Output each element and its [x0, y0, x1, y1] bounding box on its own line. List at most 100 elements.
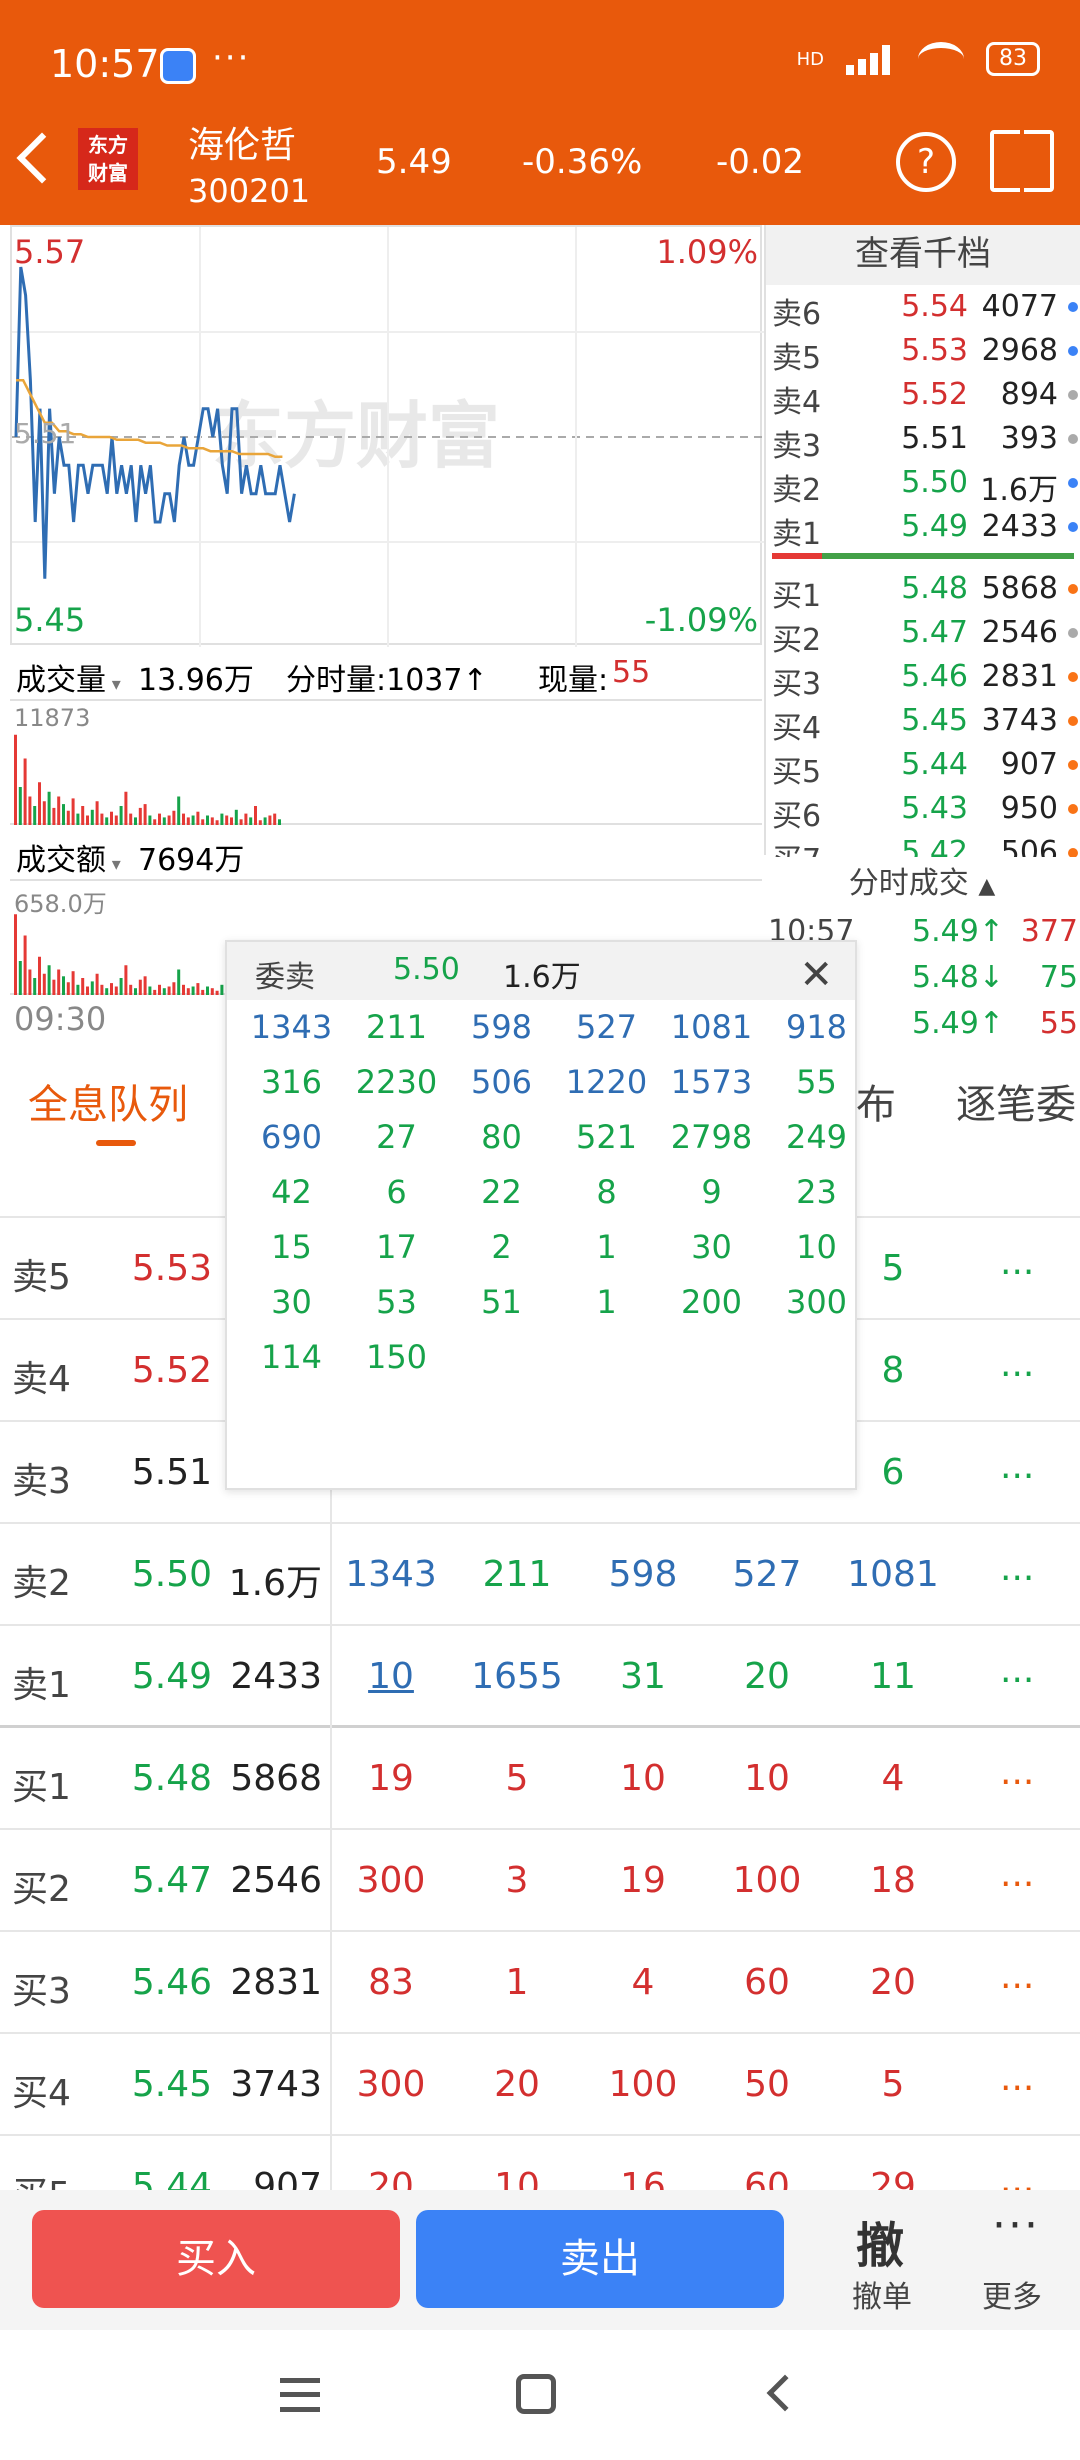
popup-price: 5.50	[393, 952, 460, 987]
queue-order[interactable]: 50	[712, 2064, 822, 2105]
queue-more-icon[interactable]: ...	[1000, 1242, 1034, 1283]
cancel-order-label[interactable]: 撤单	[852, 2272, 912, 2316]
volume-bar	[95, 973, 99, 995]
view-depth-button[interactable]: 查看千档	[766, 225, 1080, 285]
volume-bar	[28, 969, 32, 995]
trades-header[interactable]: 分时成交 ▲	[764, 858, 1080, 908]
queue-more-icon[interactable]: ...	[1000, 1548, 1034, 1589]
queue-order[interactable]: 31	[588, 1656, 698, 1697]
volume-bar	[52, 807, 56, 825]
cancel-order-icon[interactable]: 撤	[856, 2206, 904, 2276]
queue-more-icon[interactable]: ...	[1000, 1956, 1034, 1997]
volume-bar	[186, 817, 190, 825]
bid-row[interactable]: 买6 5.43 950	[766, 787, 1080, 834]
close-icon[interactable]: ✕	[799, 952, 833, 998]
queue-row[interactable]: 买3 5.46 2831 83 1 4 60 20...	[0, 1932, 1080, 2034]
back-icon[interactable]	[16, 132, 68, 184]
ask-row[interactable]: 卖3 5.51 393	[766, 417, 1080, 464]
volume-selector[interactable]: 成交量 ▾	[16, 655, 121, 699]
queue-order[interactable]: 1	[462, 1962, 572, 2003]
bid-row[interactable]: 买3 5.46 2831	[766, 655, 1080, 702]
queue-order[interactable]: 10	[336, 1656, 446, 1697]
queue-order[interactable]: 527	[712, 1554, 822, 1595]
popup-order: 2	[491, 1228, 512, 1266]
queue-row[interactable]: 买4 5.45 3743 300 20 100 50 5...	[0, 2034, 1080, 2136]
queue-order[interactable]: 10	[588, 1758, 698, 1799]
queue-order[interactable]: 300	[336, 1860, 446, 1901]
queue-row[interactable]: 买2 5.47 2546 300 3 19 100 18...	[0, 1830, 1080, 1932]
nav-back-icon[interactable]	[766, 2374, 804, 2412]
queue-order[interactable]: 60	[712, 1962, 822, 2003]
queue-row[interactable]: 卖2 5.50 1.6万 1343 211 598 527 1081...	[0, 1524, 1080, 1626]
ask-price: 5.51	[901, 421, 968, 456]
bid-dot	[1068, 848, 1078, 857]
popup-order: 80	[481, 1118, 522, 1156]
bid-row[interactable]: 买7 5.42 506	[766, 831, 1080, 857]
bid-row[interactable]: 买4 5.45 3743	[766, 699, 1080, 746]
queue-more-icon[interactable]: ...	[1000, 1344, 1034, 1385]
amount-selector[interactable]: 成交额 ▾	[16, 835, 121, 879]
queue-order[interactable]: 5	[462, 1758, 572, 1799]
column-divider	[330, 1524, 332, 1626]
queue-row[interactable]: 买1 5.48 5868 19 5 10 10 4...	[0, 1728, 1080, 1830]
queue-more-icon[interactable]: ...	[1000, 1650, 1034, 1691]
queue-order[interactable]: 20	[462, 2064, 572, 2105]
queue-more-icon[interactable]: ...	[1000, 1752, 1034, 1793]
queue-order[interactable]: 19	[588, 1860, 698, 1901]
bid-row[interactable]: 买1 5.48 5868	[766, 567, 1080, 614]
volume-bar	[134, 988, 137, 995]
queue-order[interactable]: 11	[838, 1656, 948, 1697]
more-icon[interactable]: ···	[992, 2200, 1040, 2251]
ask-dot	[1068, 302, 1078, 312]
queue-order[interactable]: 3	[462, 1860, 572, 1901]
queue-order[interactable]: 1655	[462, 1656, 572, 1697]
ask-row[interactable]: 卖1 5.49 2433	[766, 505, 1080, 552]
queue-order[interactable]: 5	[838, 2064, 948, 2105]
amount-max: 658.0万	[14, 890, 107, 918]
queue-more-icon[interactable]: ...	[1000, 2058, 1034, 2099]
bid-price: 5.42	[901, 835, 968, 857]
ask-row[interactable]: 卖6 5.54 4077	[766, 285, 1080, 332]
queue-order[interactable]: 4	[588, 1962, 698, 2003]
queue-order[interactable]: 211	[462, 1554, 572, 1595]
queue-row[interactable]: 卖1 5.49 2433 10 1655 31 20 11...	[0, 1626, 1080, 1728]
queue-order[interactable]: 100	[588, 2064, 698, 2105]
tab-queue[interactable]: 全息队列	[28, 1072, 188, 1130]
queue-more-icon[interactable]: ...	[1000, 1446, 1034, 1487]
amount-info-bar: 成交额 ▾ 7694万	[10, 825, 762, 881]
queue-order[interactable]: 300	[336, 2064, 446, 2105]
header-percent: -0.36%	[522, 142, 643, 182]
queue-order[interactable]: 83	[336, 1962, 446, 2003]
queue-order[interactable]: 19	[336, 1758, 446, 1799]
queue-order[interactable]: 598	[588, 1554, 698, 1595]
sell-button[interactable]: 卖出	[416, 2210, 784, 2308]
queue-order[interactable]: 20	[838, 1962, 948, 2003]
intraday-chart[interactable]: 东方财富 5.57 1.09% 5.51 5.45 -1.09%	[10, 225, 764, 647]
more-label[interactable]: 更多	[982, 2272, 1042, 2316]
bid-price: 5.43	[901, 791, 968, 826]
tab-order-detail[interactable]: 逐笔委	[956, 1072, 1076, 1130]
ask-row[interactable]: 卖4 5.52 894	[766, 373, 1080, 420]
help-icon[interactable]: ?	[896, 132, 956, 192]
bid-row[interactable]: 买2 5.47 2546	[766, 611, 1080, 658]
buy-button[interactable]: 买入	[32, 2210, 400, 2308]
queue-more-icon[interactable]: ...	[1000, 1854, 1034, 1895]
queue-order[interactable]: 100	[712, 1860, 822, 1901]
queue-order[interactable]: 10	[712, 1758, 822, 1799]
queue-order[interactable]: 4	[838, 1758, 948, 1799]
popup-order: 2230	[355, 1063, 438, 1101]
queue-order[interactable]: 20	[712, 1656, 822, 1697]
volume-bar	[220, 984, 224, 995]
queue-order[interactable]: 1081	[838, 1554, 948, 1595]
recent-apps-icon[interactable]	[280, 2378, 320, 2412]
landscape-switch-icon[interactable]	[990, 130, 1054, 192]
bid-row[interactable]: 买5 5.44 907	[766, 743, 1080, 790]
ask-row[interactable]: 卖2 5.50 1.6万	[766, 461, 1080, 508]
queue-order[interactable]: 18	[838, 1860, 948, 1901]
ask-volume: 4077	[981, 289, 1058, 324]
ask-row[interactable]: 卖5 5.53 2968	[766, 329, 1080, 376]
volume-bar	[124, 791, 128, 825]
home-icon[interactable]	[516, 2374, 556, 2414]
volume-bar	[196, 983, 200, 995]
queue-order[interactable]: 1343	[336, 1554, 446, 1595]
